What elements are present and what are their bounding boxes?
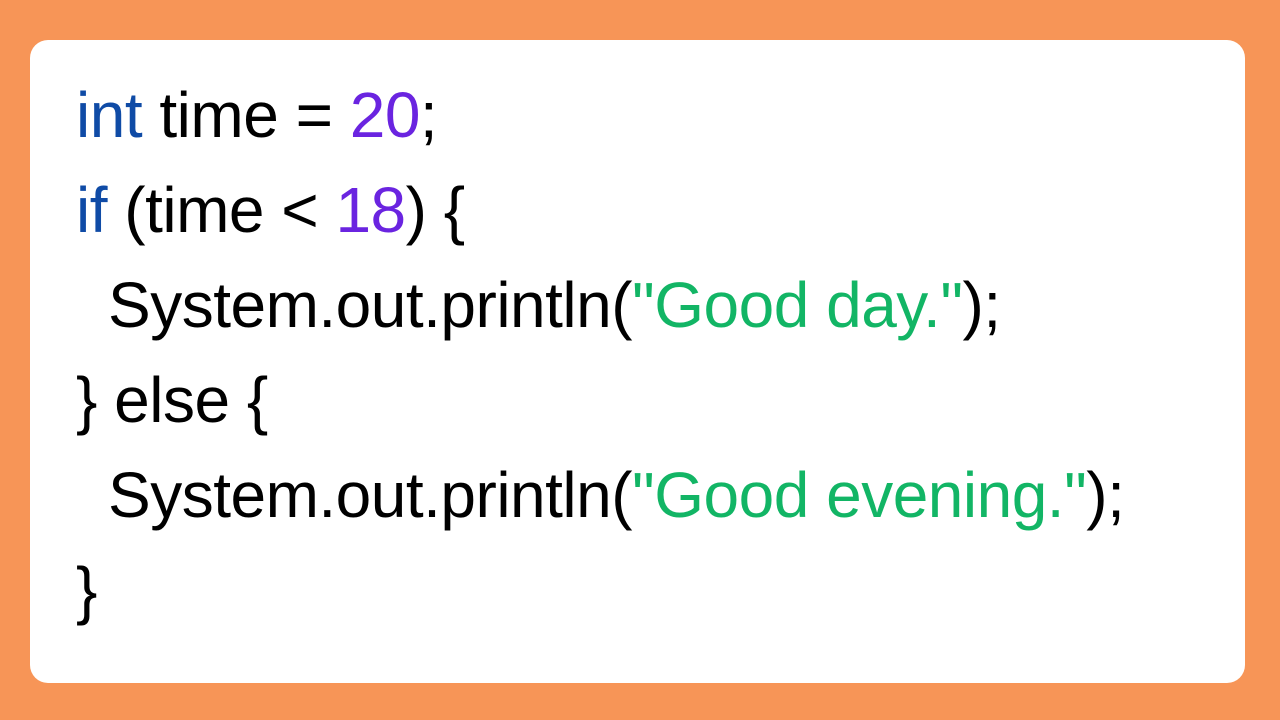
code-text: ) { — [405, 174, 465, 246]
number-literal: 20 — [349, 79, 421, 151]
code-text: System.out.println( — [108, 459, 633, 531]
code-text: ; — [419, 79, 438, 151]
code-text: } else { — [76, 364, 268, 436]
code-text: ); — [1086, 459, 1125, 531]
code-line-3: System.out.println("Good day."); — [76, 258, 1124, 353]
code-text: } — [76, 554, 97, 626]
string-literal: "Good day." — [632, 269, 963, 341]
code-line-4: } else { — [76, 353, 1124, 448]
code-line-2: if (time < 18) { — [76, 163, 1124, 258]
keyword-if: if — [76, 174, 108, 246]
code-text: System.out.println( — [108, 269, 633, 341]
code-text: (time < — [107, 174, 336, 246]
code-line-5: System.out.println("Good evening."); — [76, 448, 1125, 543]
code-text: time = — [142, 79, 350, 151]
string-literal: "Good evening." — [632, 459, 1087, 531]
code-text: ); — [962, 269, 1002, 341]
code-line-1: int time = 20; — [76, 68, 1124, 163]
code-line-6: } — [76, 543, 1124, 638]
keyword-int: int — [76, 79, 143, 151]
number-literal: 18 — [335, 174, 406, 246]
code-block: int time = 20; if (time < 18) { System.o… — [76, 68, 1125, 638]
